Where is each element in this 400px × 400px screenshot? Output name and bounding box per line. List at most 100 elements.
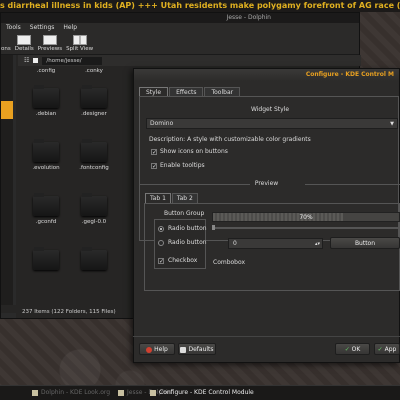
dolphin-toolbar: ons Details Previews Split View — [1, 33, 359, 55]
task-label: Dolphin - KDE Look.org — [41, 389, 111, 396]
spin-arrows-icon: ▴▾ — [314, 241, 320, 247]
split-view-label: Split View — [66, 46, 94, 52]
button-group-label: Button Group — [164, 210, 205, 217]
task-configure[interactable]: Configure - KDE Control Module — [150, 386, 254, 400]
preview-label: Preview — [254, 180, 279, 187]
help-button[interactable]: Help — [139, 343, 175, 355]
folder-icon — [33, 193, 59, 216]
file-item[interactable]: .evolution — [26, 139, 66, 171]
preview-checkbox-label: Checkbox — [168, 257, 198, 264]
file-item[interactable]: .debian — [26, 85, 66, 117]
file-name: .designer — [81, 111, 107, 117]
previews-label: Previews — [37, 46, 63, 52]
preview-tabs: Tab 1 Tab 2 — [145, 193, 199, 203]
folder-icon — [118, 390, 124, 396]
radio-button-1[interactable]: Radio button — [158, 225, 207, 232]
style-description: Description: A style with customizable c… — [149, 136, 311, 143]
preview-spinbox[interactable]: 0 ▴▾ — [228, 238, 323, 249]
file-name: .evolution — [32, 165, 60, 171]
dialog-separator — [133, 336, 400, 337]
menu-settings[interactable]: Settings — [30, 23, 55, 33]
task-dolphin-kde-look[interactable]: Dolphin - KDE Look.org — [32, 386, 110, 400]
file-name: .gconfd — [35, 219, 57, 225]
checkbox-icon: ✓ — [158, 257, 165, 265]
places-panel[interactable] — [1, 55, 16, 305]
radio-button-2-label: Radio button — [168, 239, 207, 246]
folder-icon — [81, 193, 107, 216]
preview-combobox[interactable]: Combobox — [213, 259, 245, 266]
enable-tooltips-checkbox[interactable]: ✓ Enable tooltips — [151, 162, 205, 169]
dolphin-title-text: Jesse - Dolphin — [226, 14, 271, 21]
dialog-titlebar[interactable]: Configure - KDE Control M — [134, 69, 399, 81]
icons-view-button[interactable]: ons — [1, 46, 11, 54]
ok-button[interactable]: ✓ OK — [335, 343, 370, 355]
home-icon[interactable] — [33, 58, 39, 63]
folder-icon — [32, 390, 38, 396]
tab-preview-1[interactable]: Tab 1 — [145, 193, 171, 203]
defaults-icon — [180, 346, 187, 353]
dolphin-titlebar[interactable]: Jesse - Dolphin — [1, 13, 359, 23]
defaults-label: Defaults — [188, 346, 214, 353]
file-item[interactable]: .fontconfig — [74, 139, 114, 171]
file-item[interactable] — [74, 247, 114, 273]
radio-button-2[interactable]: Radio button — [158, 239, 207, 246]
preview-button[interactable]: Button — [330, 237, 400, 249]
previews-button[interactable]: Previews — [38, 35, 62, 54]
preview-checkbox[interactable]: ✓ Checkbox — [158, 257, 197, 264]
show-icons-checkbox[interactable]: ✓ Show icons on buttons — [151, 148, 228, 155]
places-selected-item[interactable] — [1, 101, 13, 119]
task-label: Configure - KDE Control Module — [159, 389, 254, 396]
menu-tools[interactable]: Tools — [6, 23, 21, 33]
places-scrollbar[interactable] — [13, 55, 16, 305]
help-label: Help — [154, 346, 168, 353]
spinbox-value: 0 — [233, 240, 237, 247]
settings-icon — [150, 390, 156, 396]
checkbox-icon: ✓ — [151, 148, 158, 156]
defaults-button[interactable]: Defaults — [178, 343, 216, 355]
widget-style-value: Domino — [150, 120, 174, 127]
file-name: .debian — [35, 111, 57, 117]
taskbar: Dolphin - KDE Look.org Jesse - Dolphin C… — [0, 385, 400, 400]
menu-help[interactable]: Help — [63, 23, 77, 33]
help-icon — [146, 346, 153, 353]
file-item[interactable]: .gegl-0.0 — [74, 193, 114, 225]
places-hscrollbar[interactable] — [1, 313, 16, 318]
checkbox-icon: ✓ — [151, 162, 158, 170]
details-view-button[interactable]: Details — [15, 35, 34, 54]
file-item[interactable]: .conky — [74, 68, 114, 74]
file-item[interactable]: .config — [26, 68, 66, 74]
enable-tooltips-label: Enable tooltips — [160, 162, 205, 169]
split-view-icon — [72, 35, 87, 45]
widget-style-select[interactable]: Domino ▼ — [146, 118, 398, 129]
folder-icon — [33, 247, 59, 270]
file-item[interactable] — [26, 247, 66, 273]
file-item[interactable]: .gconfd — [26, 193, 66, 225]
location-path[interactable]: /home/jesse/ — [42, 56, 103, 65]
widget-style-label: Widget Style — [250, 106, 290, 113]
radio-button-1-label: Radio button — [168, 225, 207, 232]
tab-preview-2[interactable]: Tab 2 — [171, 193, 198, 203]
file-name: .gegl-0.0 — [81, 219, 107, 225]
file-name: .fontconfig — [79, 165, 109, 171]
dialog-title-text: Configure - KDE Control M — [305, 71, 394, 78]
apply-button[interactable]: ✓ App — [374, 343, 400, 355]
check-icon: ✓ — [344, 346, 352, 353]
folder-icon — [81, 139, 107, 162]
file-name: .conky — [85, 68, 103, 74]
details-view-label: Details — [14, 46, 34, 52]
split-view-button[interactable]: Split View — [66, 35, 93, 54]
chevron-down-icon: ▼ — [390, 121, 394, 127]
show-icons-label: Show icons on buttons — [160, 148, 228, 155]
file-item[interactable]: .designer — [74, 85, 114, 117]
radio-off-icon — [158, 239, 164, 246]
check-icon: ✓ — [377, 346, 385, 353]
location-bar: ☷ /home/jesse/ — [18, 55, 361, 66]
slider-handle[interactable] — [212, 225, 215, 230]
previews-icon — [42, 35, 57, 45]
apply-label: App — [384, 346, 397, 353]
folder-icon — [81, 247, 107, 270]
preview-slider[interactable] — [212, 225, 400, 230]
file-name: .config — [36, 68, 56, 74]
progress-bar: 70% — [212, 212, 400, 222]
grid-icon[interactable]: ☷ — [24, 57, 29, 64]
